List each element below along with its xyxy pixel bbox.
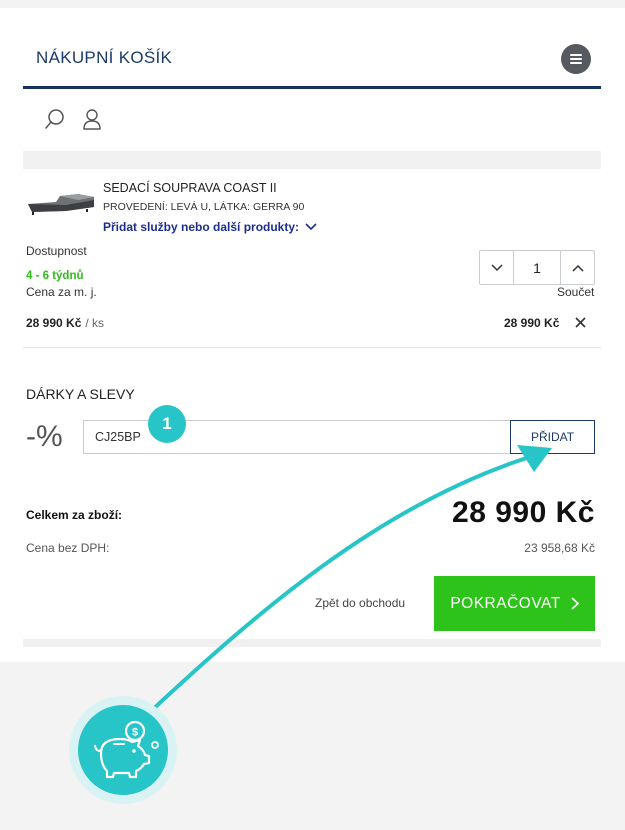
product-variant: PROVEDENÍ: LEVÁ U, LÁTKA: GERRA 90 (103, 201, 305, 213)
chevron-down-icon (490, 263, 503, 271)
unit-price-value: 28 990 Kč (26, 316, 82, 330)
total-value: 28 990 Kč (452, 496, 595, 529)
add-services-link[interactable]: Přidat služby nebo další produkty: (103, 220, 317, 234)
availability-label: Dostupnost (26, 244, 87, 258)
menu-icon (570, 54, 582, 56)
close-icon[interactable] (574, 316, 587, 329)
percent-icon: -% (26, 420, 63, 453)
continue-button[interactable]: POKRAČOVAT (434, 576, 595, 631)
svg-text:$: $ (132, 727, 138, 739)
decrease-button[interactable] (480, 251, 513, 284)
quantity-value[interactable]: 1 (513, 251, 561, 284)
chevron-up-icon (571, 264, 584, 272)
sum-value: 28 990 Kč (504, 316, 560, 330)
vat-label: Cena bez DPH: (26, 541, 110, 555)
chevron-down-icon (305, 223, 317, 231)
section-band (23, 639, 601, 647)
discounts-title: DÁRKY A SLEVY (26, 386, 135, 402)
chevron-right-icon (571, 597, 579, 610)
total-label: Celkem za zboží: (26, 508, 123, 522)
product-image[interactable] (26, 188, 96, 218)
page-title: NÁKUPNÍ KOŠÍK (36, 48, 173, 67)
vat-value: 23 958,68 Kč (524, 541, 595, 555)
header-divider (23, 86, 601, 89)
menu-button[interactable] (561, 44, 591, 74)
increase-button[interactable] (561, 251, 594, 284)
unit-label: / ks (85, 316, 105, 330)
sum-label: Součet (557, 285, 595, 299)
step-badge: 1 (148, 405, 186, 443)
availability-value: 4 - 6 týdnů (26, 270, 84, 282)
product-name[interactable]: SEDACÍ SOUPRAVA COAST II (103, 181, 277, 195)
cart-card: NÁKUPNÍ KOŠÍK SEDACÍ SOUPRAVA COAST II P… (0, 8, 625, 662)
unit-price-label: Cena za m. j. (26, 285, 97, 299)
add-services-label: Přidat služby nebo další produkty: (103, 220, 300, 234)
unit-price: 28 990 Kč / ks (26, 316, 104, 330)
quantity-stepper: 1 (479, 250, 595, 285)
section-band (23, 151, 601, 169)
search-icon[interactable] (44, 108, 66, 130)
add-coupon-button[interactable]: PŘIDAT (510, 420, 595, 454)
divider (23, 347, 601, 348)
continue-label: POKRAČOVAT (450, 594, 561, 612)
user-icon[interactable] (82, 108, 102, 130)
piggy-bank-icon: $ (69, 696, 177, 804)
back-to-shop-link[interactable]: Zpět do obchodu (315, 596, 405, 610)
